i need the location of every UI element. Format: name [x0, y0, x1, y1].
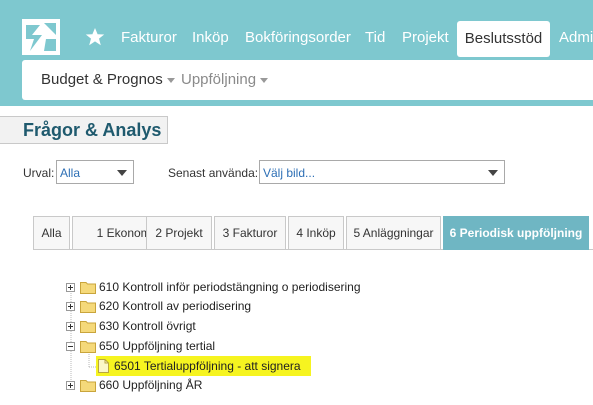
tree-folder-620[interactable]: 620 Kontroll av periodisering — [66, 298, 266, 316]
tree-label: 660 Uppföljning ÅR — [99, 378, 203, 392]
folder-icon — [80, 321, 96, 333]
folder-icon — [80, 380, 96, 392]
tree-folder-630[interactable]: 630 Kontroll övrigt — [66, 318, 216, 336]
tree-folder-660[interactable]: 660 Uppföljning ÅR — [66, 377, 216, 395]
expand-icon[interactable] — [66, 322, 75, 331]
tree-label: 610 Kontroll inför periodstängning o per… — [99, 280, 361, 294]
tree-label: 630 Kontroll övrigt — [99, 319, 196, 333]
folder-open-icon — [80, 341, 96, 353]
expand-icon[interactable] — [66, 283, 75, 292]
expand-icon[interactable] — [66, 302, 75, 311]
tree-label: 650 Uppföljning tertial — [99, 339, 216, 353]
collapse-icon[interactable] — [66, 342, 75, 351]
tree-folder-650[interactable]: 650 Uppföljning tertial — [66, 338, 236, 356]
document-icon — [98, 359, 109, 373]
tree-label: 620 Kontroll av periodisering — [99, 299, 252, 313]
tree-label: 6501 Tertialuppföljning - att signera — [114, 359, 301, 373]
expand-icon[interactable] — [66, 381, 75, 390]
folder-icon — [80, 301, 96, 313]
tree-item-6501[interactable]: 6501 Tertialuppföljning - att signera — [98, 358, 310, 376]
folder-icon — [80, 282, 96, 294]
tree-folder-610[interactable]: 610 Kontroll inför periodstängning o per… — [66, 279, 376, 297]
